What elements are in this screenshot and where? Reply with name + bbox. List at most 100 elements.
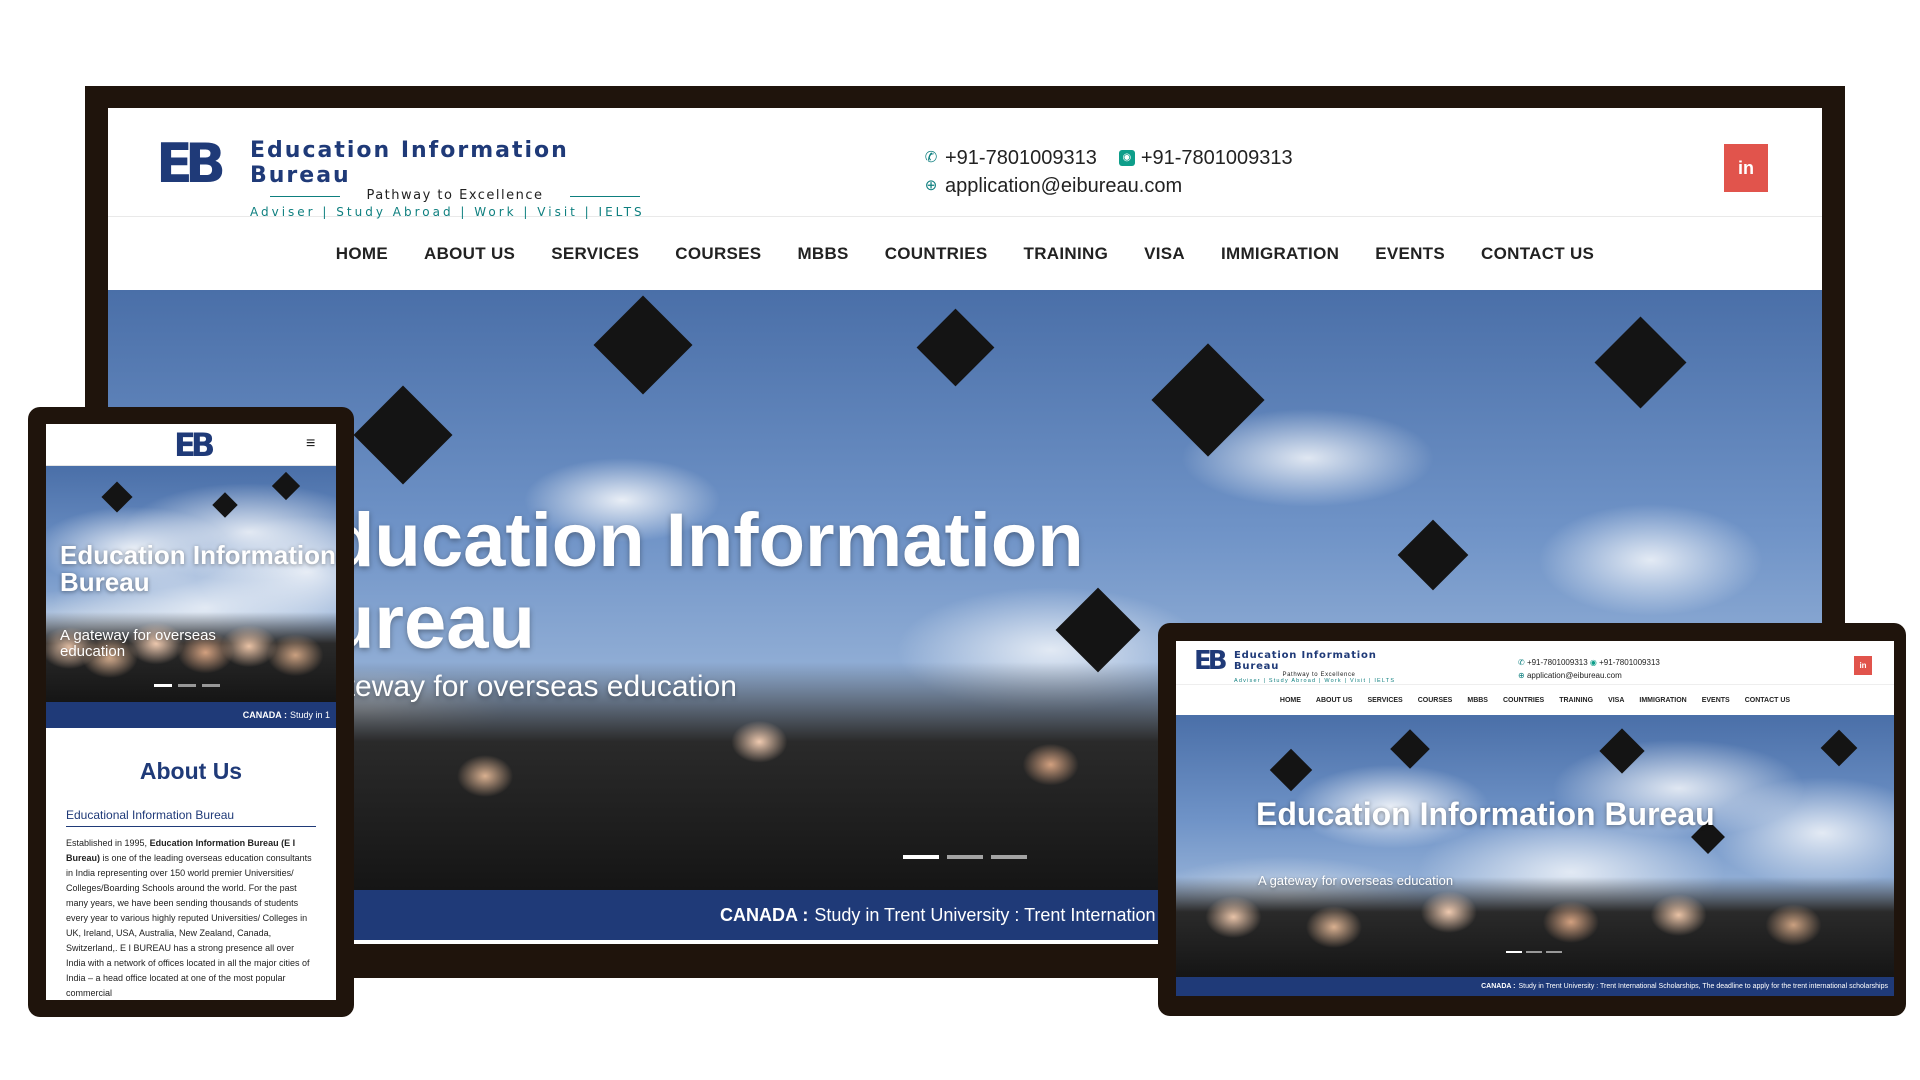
nav-courses[interactable]: COURSES <box>1418 697 1453 704</box>
nav-services[interactable]: SERVICES <box>551 244 639 264</box>
graduation-cap-image <box>1390 729 1430 769</box>
hero-title: Education Information Bureau <box>1256 796 1715 832</box>
header-contact: ✆ +91-7801009313 ◉ +91-7801009313 ⊕ appl… <box>1518 656 1660 682</box>
nav-about-us[interactable]: ABOUT US <box>1316 697 1353 704</box>
graduation-cap-image <box>271 471 301 501</box>
slider-dots <box>903 855 1027 859</box>
whatsapp-link[interactable]: +91-7801009313 <box>1141 147 1293 170</box>
tablet-screen: EB Education Information Bureau Pathway … <box>1176 641 1894 996</box>
logo[interactable]: EB <box>1194 647 1228 675</box>
brand-services: Adviser | Study Abroad | Work | Visit | … <box>1234 678 1396 684</box>
nav-immigration[interactable]: IMMIGRATION <box>1639 697 1686 704</box>
about-body: Established in 1995, Education Informati… <box>66 836 316 1000</box>
slider-dot[interactable] <box>1506 951 1522 953</box>
main-nav: HOME ABOUT US SERVICES COURSES MBBS COUN… <box>108 218 1822 290</box>
email-link[interactable]: application@eibureau.com <box>1527 671 1622 680</box>
hero-subtitle: A gateway for overseas education <box>1258 873 1454 888</box>
nav-mbbs[interactable]: MBBS <box>1467 697 1488 704</box>
slider-dot[interactable] <box>947 855 983 859</box>
nav-about-us[interactable]: ABOUT US <box>424 244 515 264</box>
brand-tagline: Pathway to Excellence <box>250 188 660 203</box>
phone-link[interactable]: +91-7801009313 <box>1527 658 1588 667</box>
phone-link[interactable]: +91-7801009313 <box>945 147 1097 170</box>
slider-dot[interactable] <box>202 684 220 687</box>
slider-dot[interactable] <box>1546 951 1562 953</box>
slider-dot[interactable] <box>1526 951 1542 953</box>
nav-services[interactable]: SERVICES <box>1367 697 1402 704</box>
graduates-crowd-image <box>1176 877 1894 977</box>
nav-home[interactable]: HOME <box>336 244 388 264</box>
ticker-country: CANADA : <box>242 710 287 720</box>
graduation-cap-image <box>1269 748 1313 792</box>
whatsapp-icon: ◉ <box>1589 658 1597 667</box>
phone-screen: EB ≡ Education Information Bureau A gate… <box>46 424 336 1000</box>
news-ticker[interactable]: CANADA : Study in Trent University : Tre… <box>1176 977 1894 996</box>
nav-home[interactable]: HOME <box>1280 697 1301 704</box>
hero-slider: Education Information Bureau A gateway f… <box>1176 715 1894 977</box>
linkedin-icon[interactable]: in <box>1724 144 1768 192</box>
brand-services: Adviser | Study Abroad | Work | Visit | … <box>250 205 645 219</box>
email-link[interactable]: application@eibureau.com <box>945 175 1182 198</box>
hero-title-line1: ducation Information <box>328 498 1084 583</box>
brand-name: Education Information Bureau <box>250 138 569 188</box>
logo-mark: EB <box>156 132 226 195</box>
site-header: EB Education Information Bureau Pathway … <box>108 108 1822 219</box>
nav-visa[interactable]: VISA <box>1144 244 1185 264</box>
ticker-text: Study in Trent University : Trent Intern… <box>1518 983 1888 990</box>
main-nav: HOME ABOUT US SERVICES COURSES MBBS COUN… <box>1176 685 1894 715</box>
logo[interactable]: EB <box>156 136 226 192</box>
slider-dot[interactable] <box>903 855 939 859</box>
nav-immigration[interactable]: IMMIGRATION <box>1221 244 1339 264</box>
mockup-stage: EB Education Information Bureau Pathway … <box>0 0 1920 1080</box>
about-body-prefix: Established in 1995, <box>66 838 150 848</box>
nav-contact-us[interactable]: CONTACT US <box>1481 244 1594 264</box>
slider-dots <box>1506 951 1562 953</box>
nav-events[interactable]: EVENTS <box>1375 244 1445 264</box>
about-subtitle: Educational Information Bureau <box>66 808 316 827</box>
nav-courses[interactable]: COURSES <box>675 244 761 264</box>
ticker-country: CANADA : <box>1481 983 1516 990</box>
ticker-text: Study in Trent University : Trent Intern… <box>814 904 1156 925</box>
site-header: EB Education Information Bureau Pathway … <box>1176 641 1894 685</box>
nav-training[interactable]: TRAINING <box>1559 697 1593 704</box>
ticker-text: Study in 1 <box>289 710 330 720</box>
hamburger-menu-icon[interactable]: ≡ <box>306 436 320 452</box>
graduation-cap-image <box>101 481 133 513</box>
whatsapp-icon: ◉ <box>1118 150 1135 166</box>
graduation-cap-image <box>1151 343 1265 457</box>
slider-dot[interactable] <box>154 684 172 687</box>
nav-visa[interactable]: VISA <box>1608 697 1624 704</box>
nav-events[interactable]: EVENTS <box>1702 697 1730 704</box>
nav-mbbs[interactable]: MBBS <box>797 244 848 264</box>
hero-title: Education Information Bureau <box>60 540 336 597</box>
phone-icon: ✆ <box>924 149 938 166</box>
globe-icon: ⊕ <box>1518 671 1525 680</box>
ticker-country: CANADA : <box>720 904 809 925</box>
slider-dot[interactable] <box>991 855 1027 859</box>
hero-subtitle: ateway for overseas education <box>330 670 737 703</box>
brand-block: Education Information Bureau Pathway to … <box>250 138 660 219</box>
graduation-cap-image <box>1594 316 1687 409</box>
news-ticker[interactable]: CANADA : Study in 1 <box>46 702 336 728</box>
globe-icon: ⊕ <box>924 177 938 194</box>
whatsapp-link[interactable]: +91-7801009313 <box>1599 658 1660 667</box>
graduation-cap-image <box>1397 519 1469 591</box>
graduation-cap-image <box>353 385 453 485</box>
nav-contact-us[interactable]: CONTACT US <box>1745 697 1790 704</box>
nav-countries[interactable]: COUNTRIES <box>885 244 988 264</box>
about-body-rest: is one of the leading overseas education… <box>66 853 312 998</box>
brand-name: Education Information Bureau <box>1234 650 1377 672</box>
graduation-cap-image <box>593 295 693 395</box>
slider-dots <box>154 684 220 687</box>
nav-countries[interactable]: COUNTRIES <box>1503 697 1544 704</box>
nav-training[interactable]: TRAINING <box>1024 244 1109 264</box>
linkedin-icon[interactable]: in <box>1854 656 1872 675</box>
hero-subtitle: A gateway for overseas education <box>60 627 216 660</box>
logo[interactable]: EB <box>174 428 215 462</box>
slider-dot[interactable] <box>178 684 196 687</box>
brand-block: Education Information Bureau Pathway to … <box>1234 650 1404 684</box>
header-contact: ✆ +91-7801009313 ◉ +91-7801009313 ⊕ appl… <box>923 144 1293 200</box>
hero-title: ducation Information ureau <box>328 500 1084 664</box>
graduation-cap-image <box>1599 728 1645 774</box>
graduation-cap-image <box>212 492 238 518</box>
